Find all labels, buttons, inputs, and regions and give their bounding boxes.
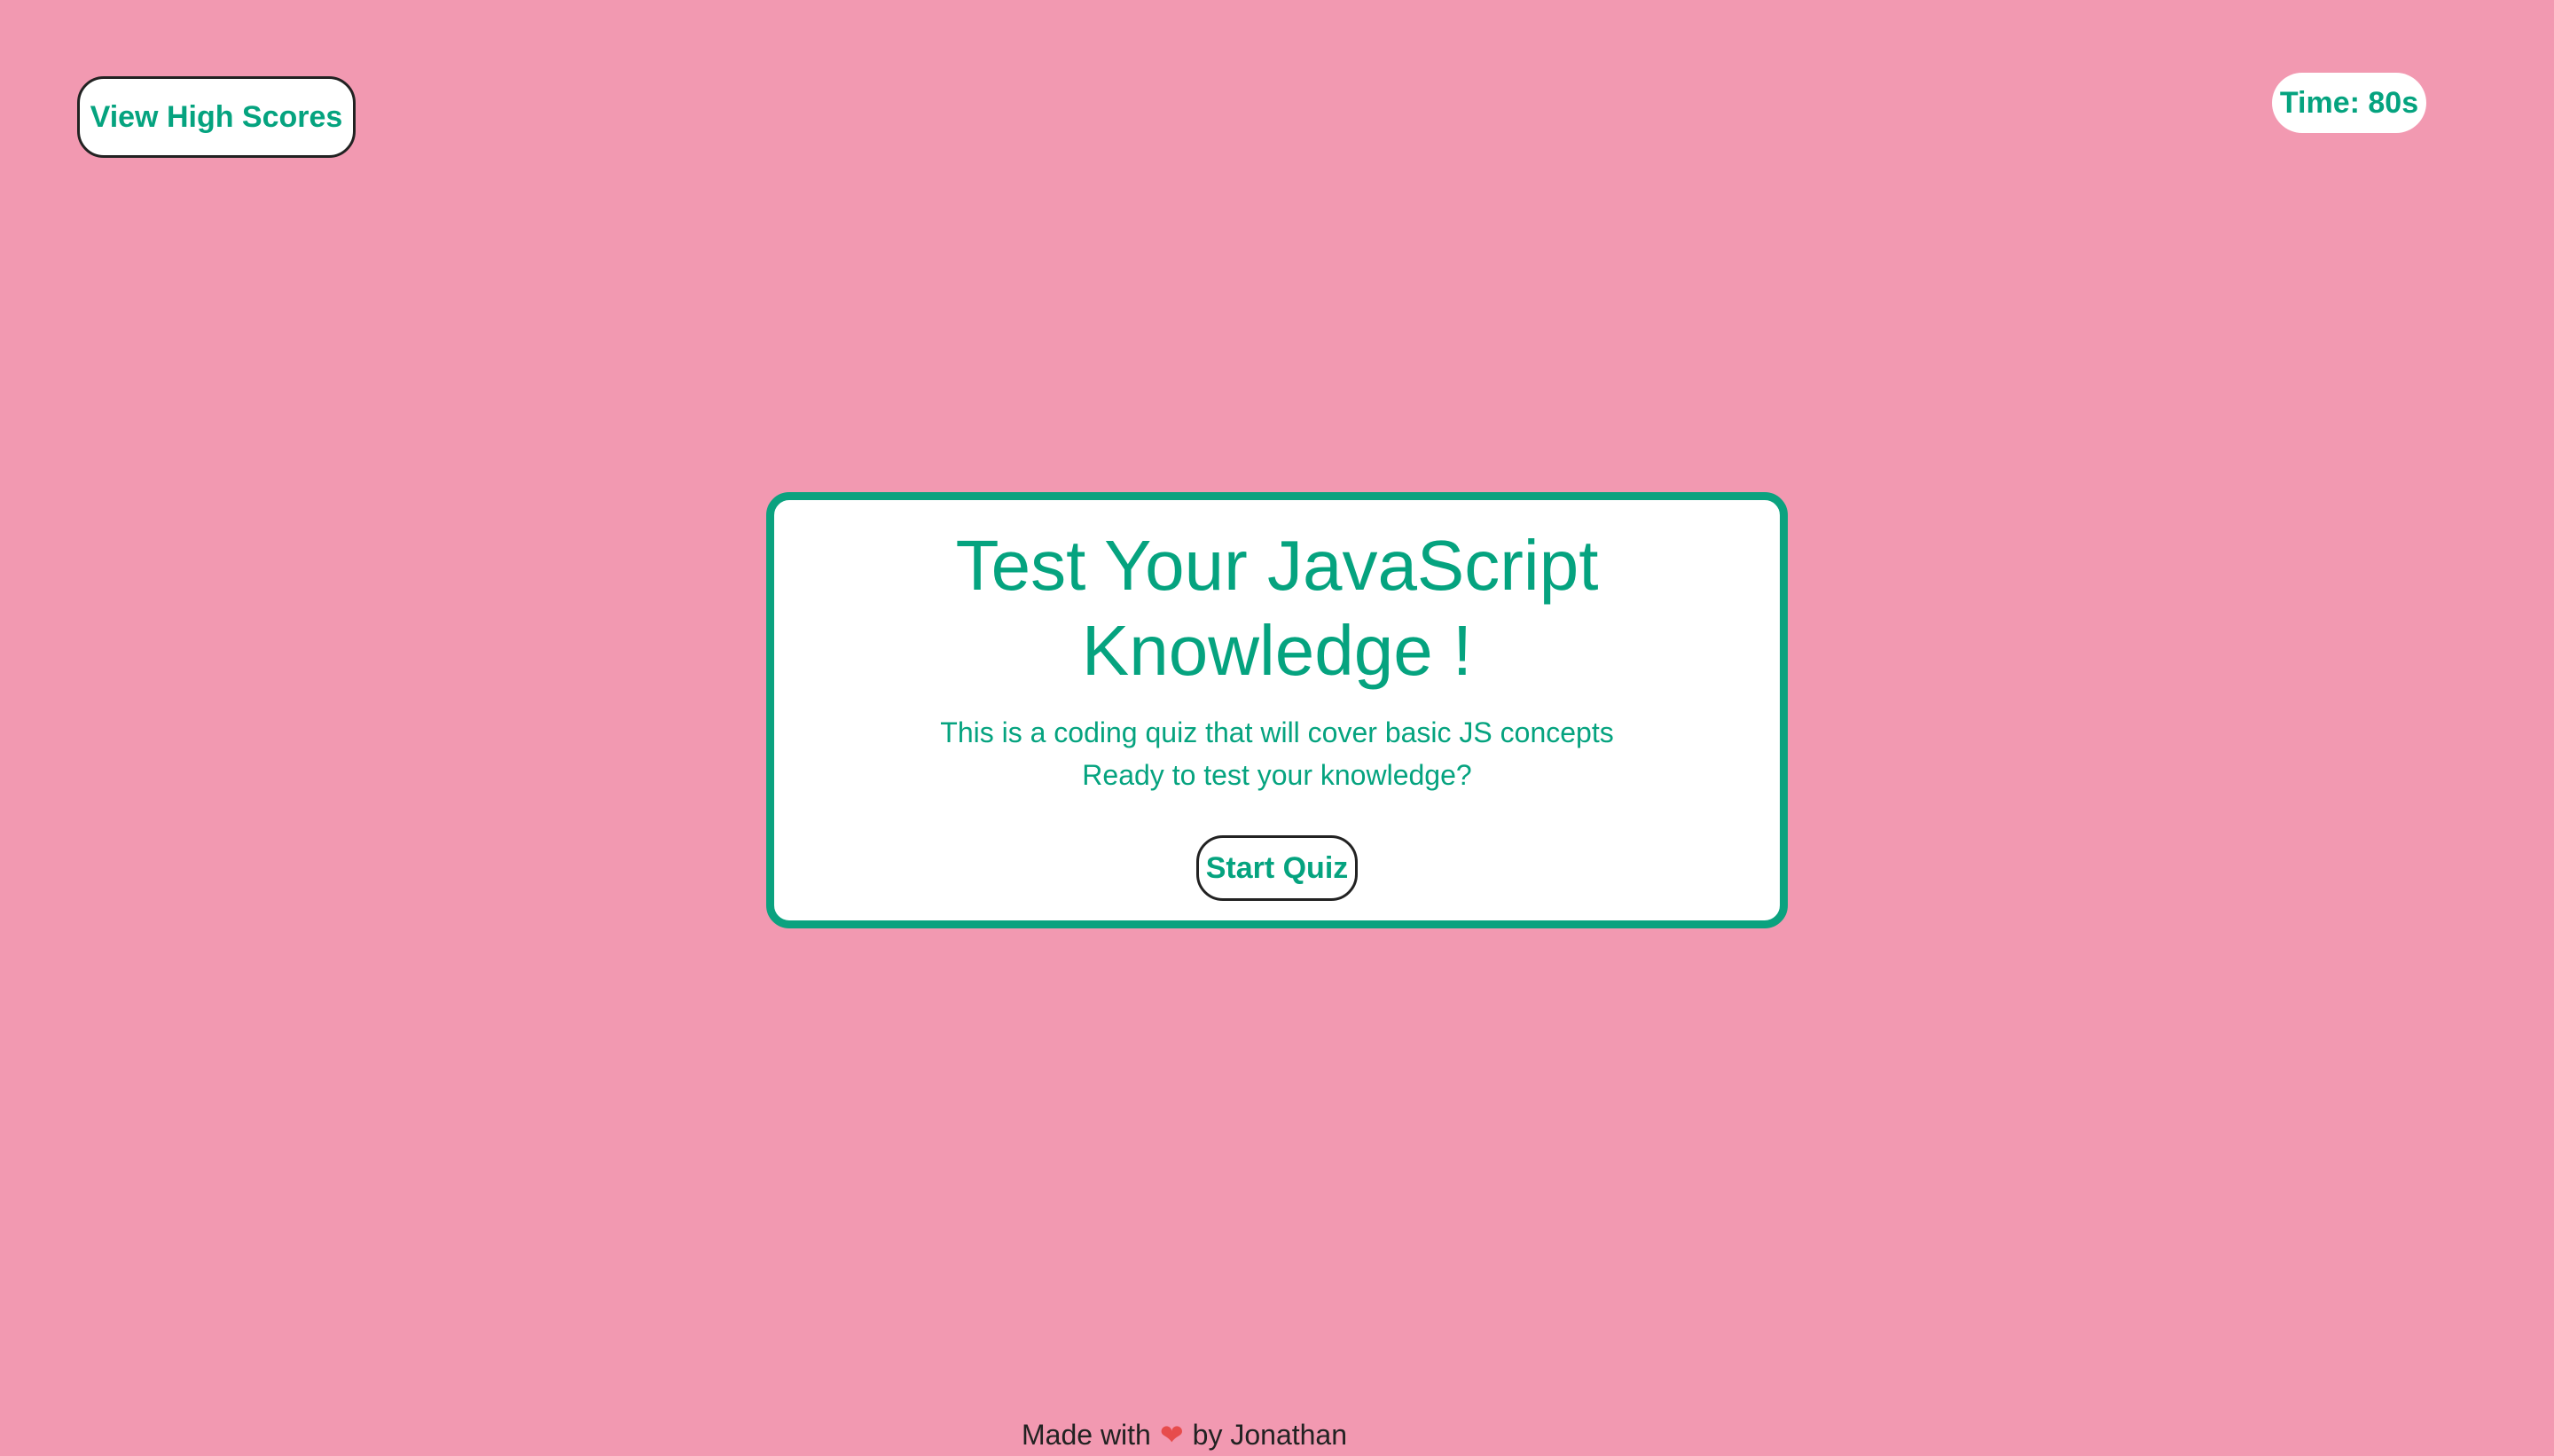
footer-credit: Made with ❤ by Jonathan — [1022, 1415, 1347, 1454]
quiz-card: Test Your JavaScript Knowledge ! This is… — [766, 492, 1788, 928]
view-high-scores-button[interactable]: View High Scores — [77, 76, 356, 158]
start-quiz-button[interactable]: Start Quiz — [1196, 835, 1358, 901]
heart-icon: ❤ — [1159, 1419, 1184, 1451]
quiz-title: Test Your JavaScript Knowledge ! — [955, 526, 1599, 690]
timer-badge: Time: 80s — [2272, 73, 2426, 133]
quiz-description-line-2: Ready to test your knowledge? — [1082, 759, 1472, 791]
quiz-description-line-1: This is a coding quiz that will cover ba… — [940, 716, 1614, 748]
quiz-description: This is a coding quiz that will cover ba… — [940, 711, 1613, 796]
footer-prefix: Made with — [1022, 1418, 1151, 1451]
footer-suffix: by Jonathan — [1192, 1418, 1348, 1451]
